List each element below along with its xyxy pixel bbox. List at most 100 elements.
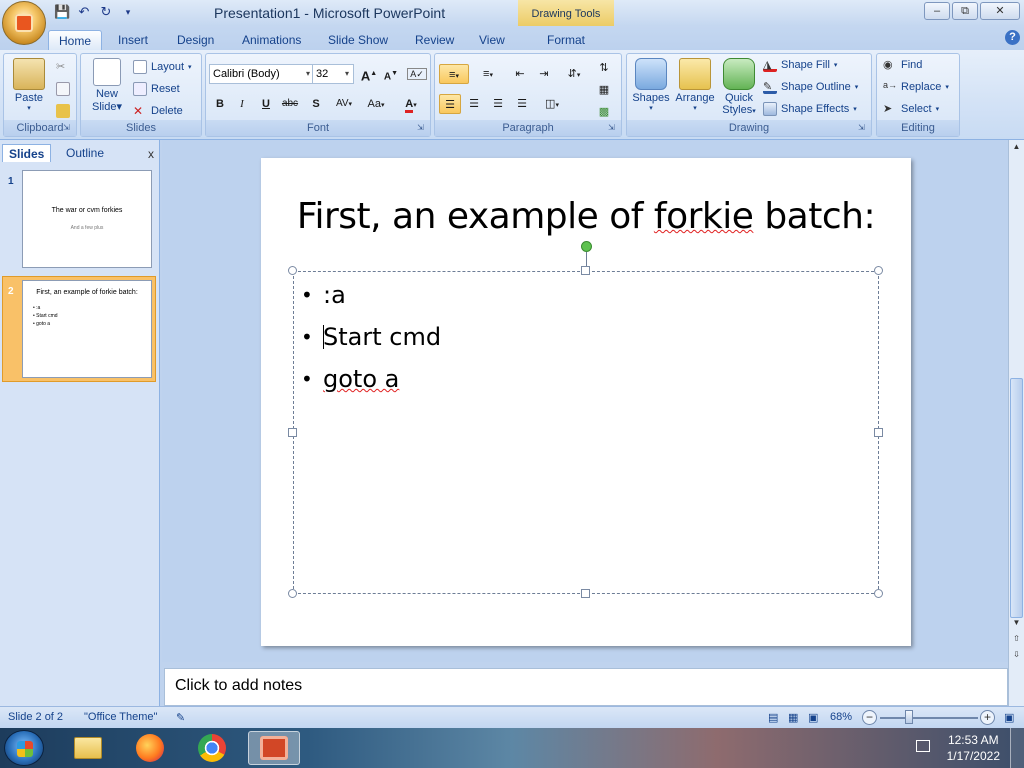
paragraph-launcher-icon[interactable]: ⇲	[608, 123, 618, 133]
file-explorer-taskbar[interactable]	[62, 731, 114, 765]
undo-icon[interactable]: ↶	[76, 4, 92, 20]
restore-button[interactable]: ⧉	[952, 2, 978, 20]
select-button[interactable]: ➤ Select ▾	[883, 102, 939, 116]
slide-title[interactable]: First, an example of forkie batch:	[261, 196, 911, 237]
layout-button[interactable]: Layout ▾	[133, 60, 192, 74]
powerpoint-taskbar[interactable]	[248, 731, 300, 765]
resize-handle-top-right[interactable]	[874, 266, 883, 275]
quick-styles-button[interactable]: Quick Styles▾	[719, 58, 759, 116]
slide-sorter-icon[interactable]: ▦	[788, 711, 798, 724]
text-direction-button[interactable]: ⇅	[593, 58, 615, 78]
previous-slide-icon[interactable]: ⇧	[1009, 632, 1024, 646]
resize-handle-top[interactable]	[581, 266, 590, 275]
slide-thumbnail-2[interactable]: First, an example of forkie batch: • :a …	[22, 280, 152, 378]
start-button[interactable]	[4, 730, 44, 766]
arrange-button[interactable]: Arrange ▾	[673, 58, 717, 112]
tab-format[interactable]: Format	[545, 30, 587, 50]
clear-formatting-button[interactable]: A✓	[406, 64, 428, 84]
clipboard-launcher-icon[interactable]: ⇲	[63, 123, 73, 133]
columns-button[interactable]: ◫▾	[537, 94, 567, 114]
align-left-button[interactable]: ☰	[439, 94, 461, 114]
scroll-up-icon[interactable]: ▲	[1009, 140, 1024, 154]
grow-font-button[interactable]: A▲	[358, 64, 380, 84]
italic-button[interactable]: I	[231, 94, 253, 114]
underline-button[interactable]: U	[255, 94, 277, 114]
font-launcher-icon[interactable]: ⇲	[417, 123, 427, 133]
network-icon[interactable]	[916, 740, 930, 752]
align-center-button[interactable]: ☰	[463, 94, 485, 114]
font-color-button[interactable]: A▾	[396, 94, 426, 114]
paste-button[interactable]: Paste ▾	[10, 58, 48, 112]
tab-animations[interactable]: Animations	[240, 30, 303, 50]
tab-outline[interactable]: Outline	[60, 144, 110, 162]
firefox-taskbar[interactable]	[124, 731, 176, 765]
tab-slide-show[interactable]: Slide Show	[326, 30, 390, 50]
bullet-item[interactable]: Start cmd	[301, 322, 441, 364]
change-case-button[interactable]: Aa▾	[362, 94, 390, 114]
bullet-item[interactable]: :a	[301, 280, 441, 322]
resize-handle-bottom-left[interactable]	[288, 589, 297, 598]
tab-view[interactable]: View	[477, 30, 507, 50]
tab-home[interactable]: Home	[48, 30, 103, 51]
save-icon[interactable]: 💾	[54, 4, 70, 20]
resize-handle-bottom[interactable]	[581, 589, 590, 598]
resize-handle-top-left[interactable]	[288, 266, 297, 275]
scroll-down-icon[interactable]: ▼	[1009, 616, 1024, 630]
rotate-handle[interactable]	[581, 241, 592, 252]
normal-view-icon[interactable]: ▤	[768, 711, 778, 724]
resize-handle-right[interactable]	[874, 428, 883, 437]
shape-effects-button[interactable]: Shape Effects ▾	[763, 102, 857, 116]
slide-canvas[interactable]: First, an example of forkie batch: :a St…	[261, 158, 911, 646]
delete-button[interactable]: ✕ Delete	[133, 104, 183, 118]
align-right-button[interactable]: ☰	[487, 94, 509, 114]
scrollbar-thumb[interactable]	[1010, 378, 1023, 618]
font-size-combo[interactable]: 32 ▾	[312, 64, 354, 84]
bullet-list[interactable]: :a Start cmd goto a	[301, 280, 441, 406]
shrink-font-button[interactable]: A▼	[380, 64, 402, 84]
zoom-slider[interactable]	[880, 717, 978, 719]
resize-handle-left[interactable]	[288, 428, 297, 437]
tab-insert[interactable]: Insert	[116, 30, 150, 50]
justify-button[interactable]: ☰	[511, 94, 533, 114]
replace-button[interactable]: a→ Replace ▾	[883, 80, 949, 94]
slide-thumbnail-1[interactable]: The war or cvm forkies And a few plus	[22, 170, 152, 268]
find-button[interactable]: ◉ Find	[883, 58, 922, 72]
zoom-in-button[interactable]: +	[980, 710, 995, 725]
chrome-taskbar[interactable]	[186, 731, 238, 765]
cut-button[interactable]: ✂	[56, 60, 70, 74]
customize-qat-icon[interactable]: ▾	[120, 4, 136, 20]
zoom-level[interactable]: 68%	[830, 711, 852, 723]
shape-outline-button[interactable]: ✎ Shape Outline ▾	[763, 80, 858, 94]
align-text-button[interactable]: ▦	[593, 80, 615, 100]
vertical-scrollbar[interactable]: ▲ ▼ ⇧ ⇩	[1008, 140, 1024, 706]
fit-slide-icon[interactable]: ▣	[1004, 711, 1014, 724]
format-painter-button[interactable]	[56, 104, 70, 118]
spell-check-icon[interactable]: ✎	[176, 711, 185, 724]
close-button[interactable]: ✕	[980, 2, 1020, 20]
line-spacing-button[interactable]: ⇵▾	[559, 64, 589, 84]
font-name-combo[interactable]: Calibri (Body) ▾	[209, 64, 315, 84]
numbering-button[interactable]: ≡▾	[473, 64, 503, 84]
shadow-button[interactable]: S	[305, 94, 327, 114]
zoom-slider-thumb[interactable]	[905, 710, 913, 724]
notes-pane[interactable]: Click to add notes	[164, 668, 1008, 706]
help-icon[interactable]: ?	[1005, 30, 1020, 45]
show-desktop-button[interactable]	[1010, 728, 1024, 768]
character-spacing-button[interactable]: AV▾	[330, 94, 358, 114]
tab-review[interactable]: Review	[413, 30, 456, 50]
drawing-launcher-icon[interactable]: ⇲	[858, 123, 868, 133]
slideshow-view-icon[interactable]: ▣	[808, 711, 818, 724]
bullet-item[interactable]: goto a	[301, 364, 441, 406]
bullets-button[interactable]: ≡▾	[439, 64, 469, 84]
shape-fill-button[interactable]: ◮ Shape Fill ▾	[763, 58, 837, 72]
next-slide-icon[interactable]: ⇩	[1009, 648, 1024, 662]
office-button[interactable]	[2, 1, 46, 45]
smartart-button[interactable]: ▩	[593, 102, 615, 122]
new-slide-button[interactable]: New Slide▾	[87, 58, 127, 113]
close-panel-icon[interactable]: x	[148, 147, 154, 161]
redo-icon[interactable]: ↻	[98, 4, 114, 20]
minimize-button[interactable]: –	[924, 2, 950, 20]
strikethrough-button[interactable]: abc	[279, 94, 301, 114]
tab-slides[interactable]: Slides	[2, 144, 52, 162]
decrease-indent-button[interactable]: ⇤	[509, 64, 531, 84]
